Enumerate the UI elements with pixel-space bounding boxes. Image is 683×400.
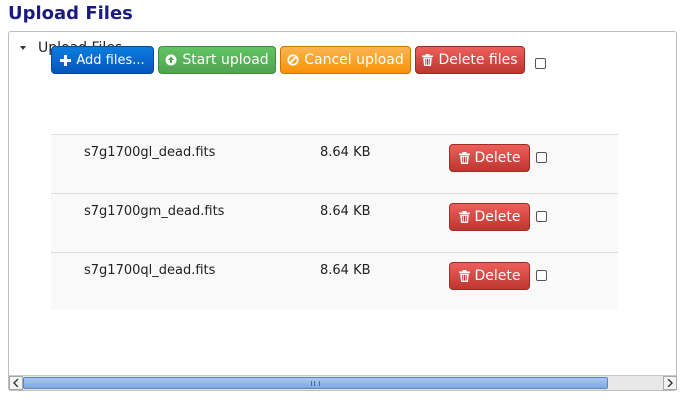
file-name: s7g1700gm_dead.fits [84,204,225,219]
file-select-checkbox[interactable] [536,270,547,281]
ban-circle-icon [287,54,299,66]
circle-arrow-up-icon [165,54,177,66]
file-list: s7g1700gl_dead.fits 8.64 KB Delete s7g17… [51,134,618,310]
file-row: s7g1700gl_dead.fits 8.64 KB Delete [51,134,618,193]
trash-icon [458,270,470,282]
horizontal-scrollbar[interactable] [9,375,677,390]
file-name: s7g1700gl_dead.fits [84,145,216,160]
file-row: s7g1700ql_dead.fits 8.64 KB Delete [51,252,618,310]
caret-down-icon[interactable] [20,46,26,50]
delete-file-button[interactable]: Delete [449,262,530,290]
file-select-checkbox[interactable] [536,211,547,222]
file-size: 8.64 KB [320,263,371,278]
trash-icon [422,54,434,66]
page-title: Upload Files [8,3,133,24]
cancel-upload-button[interactable]: Cancel upload [280,46,411,74]
file-name: s7g1700ql_dead.fits [84,263,216,278]
scroll-left-arrow-icon[interactable] [9,376,23,390]
delete-file-label: Delete [474,209,521,225]
delete-file-button[interactable]: Delete [449,144,530,172]
file-size: 8.64 KB [320,145,371,160]
plus-icon [60,54,72,66]
delete-files-label: Delete files [438,52,518,68]
file-select-checkbox[interactable] [536,152,547,163]
start-upload-button[interactable]: Start upload [158,46,276,74]
scrollbar-thumb[interactable] [23,377,608,389]
delete-file-button[interactable]: Delete [449,203,530,231]
file-row: s7g1700gm_dead.fits 8.64 KB Delete [51,193,618,252]
cancel-upload-label: Cancel upload [304,52,404,68]
trash-icon [458,152,470,164]
grip-icon [311,380,320,386]
delete-files-button[interactable]: Delete files [415,46,525,74]
file-size: 8.64 KB [320,204,371,219]
trash-icon [458,211,470,223]
add-files-label: Add files... [76,52,145,68]
delete-file-label: Delete [474,268,521,284]
upload-toolbar: Add files... Start upload Cancel upload … [51,46,546,74]
scroll-right-arrow-icon[interactable] [663,376,677,390]
start-upload-label: Start upload [182,52,269,68]
select-all-checkbox[interactable] [535,57,546,69]
delete-file-label: Delete [474,150,521,166]
add-files-button[interactable]: Add files... [51,46,154,74]
